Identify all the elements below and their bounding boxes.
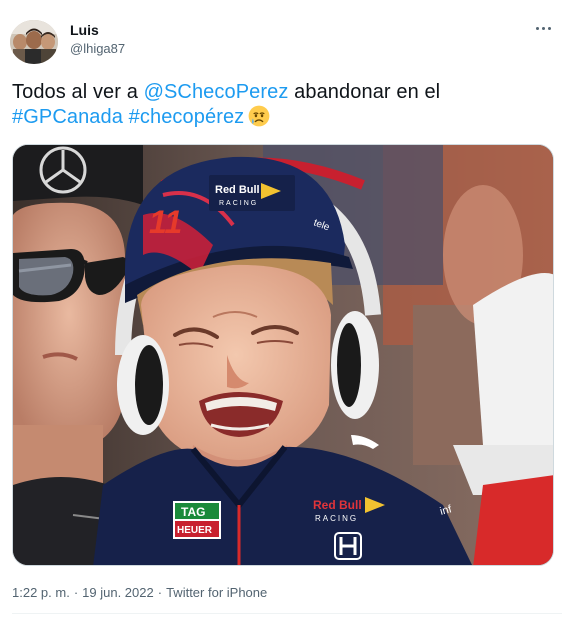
author-handle[interactable]: @lhiga87 — [70, 41, 125, 56]
crying-boy-photo: 11 Red Bull RACING tele TAG HEUER Red Bu… — [13, 145, 553, 565]
tweet-media-photo[interactable]: 11 Red Bull RACING tele TAG HEUER Red Bu… — [12, 144, 554, 566]
shirt-brand-text: Red Bull — [313, 498, 362, 512]
hashtag-link-checoperez[interactable]: #checopérez — [129, 106, 245, 128]
hashtag-link-gpcanada[interactable]: #GPCanada — [12, 106, 123, 128]
crying-face-emoji-icon — [248, 105, 270, 127]
more-dot-icon — [541, 26, 545, 30]
cap-brand-sub-text: RACING — [219, 200, 258, 207]
avatar-photo — [10, 20, 58, 64]
mention-link[interactable]: @SChecoPerez — [144, 81, 289, 103]
tweet-text-line-2: #GPCanada #checopérez — [12, 105, 552, 130]
tweet-text-prefix: Todos al ver a — [12, 81, 144, 103]
tweet-text: Todos al ver a @SChecoPerez abandonar en… — [12, 80, 552, 130]
more-dot-icon — [535, 26, 539, 30]
cap-number: 11 — [149, 204, 182, 240]
shirt-badge-top-text: TAG — [181, 505, 205, 519]
tweet-date[interactable]: 19 jun. 2022 — [82, 585, 154, 600]
more-options-button[interactable] — [528, 16, 558, 40]
shirt-brand-sub-text: RACING — [315, 514, 358, 523]
cap-brand-text: Red Bull — [215, 184, 260, 196]
divider — [12, 613, 562, 614]
author-avatar[interactable] — [10, 20, 58, 64]
tweet-text-line-1: Todos al ver a @SChecoPerez abandonar en… — [12, 80, 552, 105]
more-dot-icon — [547, 26, 551, 30]
tweet: Luis @lhiga87 Todos al ver a @SChecoPere… — [0, 0, 574, 620]
tweet-source[interactable]: Twitter for iPhone — [166, 585, 267, 600]
tweet-text-suffix: abandonar en el — [288, 81, 441, 103]
tweet-timestamp: 1:22 p. m. · 19 jun. 2022 · Twitter for iPho… — [12, 585, 268, 600]
author-name[interactable]: Luis — [70, 22, 99, 38]
tweet-time[interactable]: 1:22 p. m. — [12, 585, 70, 600]
shirt-badge-bottom-text: HEUER — [177, 525, 213, 536]
